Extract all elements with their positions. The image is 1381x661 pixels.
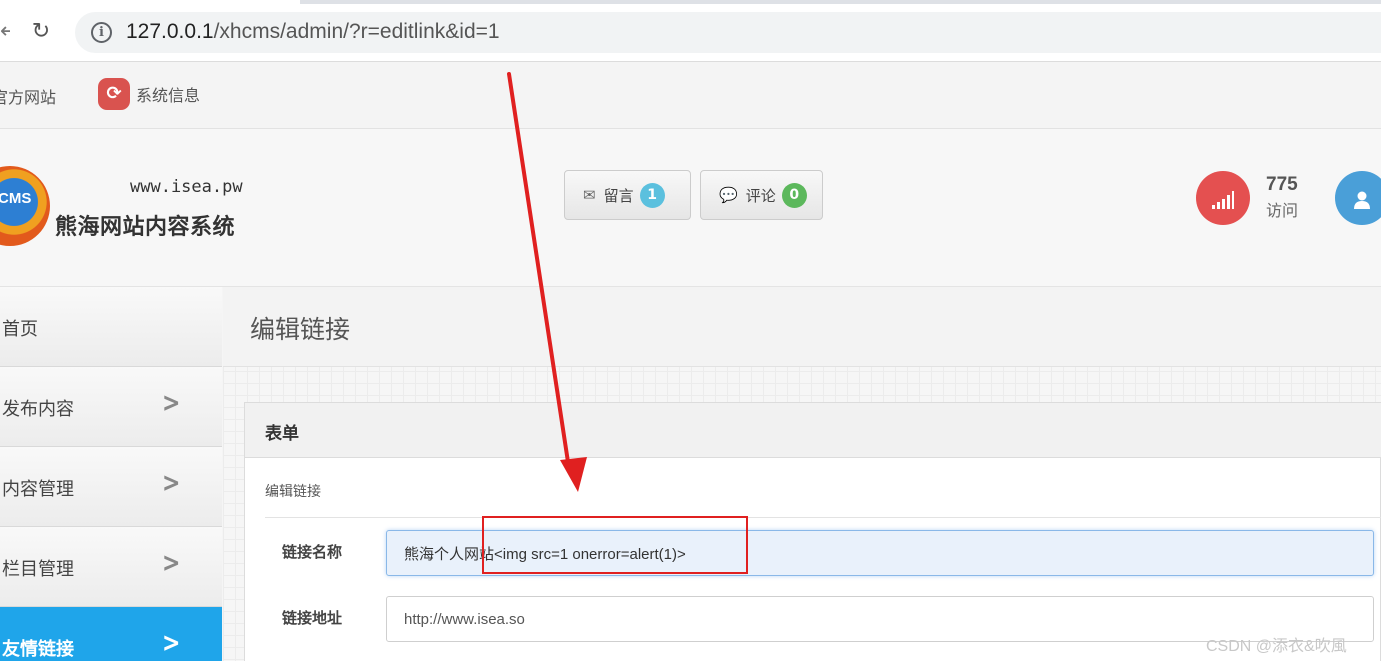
comments-badge: 0 (781, 182, 807, 208)
messages-button[interactable]: ✉ 留言 1 (564, 170, 691, 220)
sidebar-item-label: 内容管理 (2, 479, 74, 500)
site-header: CMS www.isea.pw 熊海网站内容系统 ✉ 留言 1 💬 评论 0 7… (0, 129, 1381, 287)
reload-icon[interactable]: ↻ (28, 19, 54, 45)
sidebar-item-label: 发布内容 (2, 399, 74, 420)
address-bar[interactable]: i 127.0.0.1/xhcms/admin/?r=editlink&id=1 (75, 12, 1381, 53)
site-name: 熊海网站内容系统 (55, 215, 236, 240)
visits-count: 775 (1266, 174, 1298, 195)
info-icon[interactable]: i (91, 22, 112, 43)
sidebar-item-home[interactable]: 首页 (0, 287, 222, 367)
main-content: 编辑链接 表单 编辑链接 链接名称 链接地址 (223, 287, 1381, 661)
comment-icon: 💬 (719, 186, 738, 204)
signal-icon (1196, 171, 1250, 225)
panel-header: 表单 (245, 403, 1381, 458)
system-info-label: 系统信息 (136, 88, 201, 105)
link-name-input[interactable] (386, 530, 1374, 576)
divider (265, 517, 1381, 518)
sidebar-item-friend-links[interactable]: 友情链接 > (0, 607, 222, 661)
url-text[interactable]: 127.0.0.1/xhcms/admin/?r=editlink&id=1 (126, 20, 500, 44)
chevron-right-icon: > (162, 628, 181, 659)
watermark: CSDN @添衣&吹風 (1206, 638, 1347, 655)
browser-toolbar: ← ↻ i 127.0.0.1/xhcms/admin/?r=editlink&… (0, 0, 1381, 62)
form-panel: 表单 编辑链接 链接名称 链接地址 (244, 402, 1381, 661)
panel-title: 表单 (265, 424, 299, 444)
logo: CMS (0, 166, 50, 246)
sidebar-item-label: 友情链接 (2, 639, 74, 660)
link-url-label: 链接地址 (282, 609, 343, 627)
comments-button[interactable]: 💬 评论 0 (700, 170, 823, 220)
official-site-link[interactable]: 官方网站 (0, 84, 56, 108)
form-legend: 编辑链接 (265, 484, 321, 500)
top-links-bar: 官方网站 ⟳ 系统信息 (0, 62, 1381, 129)
url-host: 127.0.0.1 (126, 20, 214, 43)
sidebar: 首页 发布内容 > 内容管理 > 栏目管理 > 友情链接 > (0, 287, 222, 661)
chevron-right-icon: > (162, 548, 181, 579)
page-title: 编辑链接 (250, 315, 351, 344)
link-name-label: 链接名称 (282, 543, 343, 561)
comments-label: 评论 (745, 186, 776, 205)
logo-text: CMS (0, 190, 32, 207)
tab-strip-edge (300, 0, 1381, 4)
back-icon[interactable]: ← (0, 19, 10, 45)
messages-label: 留言 (603, 186, 634, 205)
sidebar-item-label: 首页 (2, 319, 38, 340)
sidebar-item-content-manage[interactable]: 内容管理 > (0, 447, 222, 527)
chevron-right-icon: > (162, 388, 181, 419)
site-url: www.isea.pw (130, 177, 243, 197)
system-info-link[interactable]: ⟳ 系统信息 (98, 78, 200, 110)
sidebar-item-column-manage[interactable]: 栏目管理 > (0, 527, 222, 607)
user-icon[interactable] (1335, 171, 1381, 225)
sidebar-item-label: 栏目管理 (2, 559, 74, 580)
refresh-icon: ⟳ (98, 78, 130, 110)
envelope-icon: ✉ (583, 186, 596, 204)
sidebar-item-publish[interactable]: 发布内容 > (0, 367, 222, 447)
chevron-right-icon: > (162, 468, 181, 499)
messages-badge: 1 (639, 182, 665, 208)
page-title-bar: 编辑链接 (223, 287, 1381, 367)
url-path: /xhcms/admin/?r=editlink&id=1 (213, 20, 500, 43)
visits-label: 访问 (1266, 201, 1299, 220)
